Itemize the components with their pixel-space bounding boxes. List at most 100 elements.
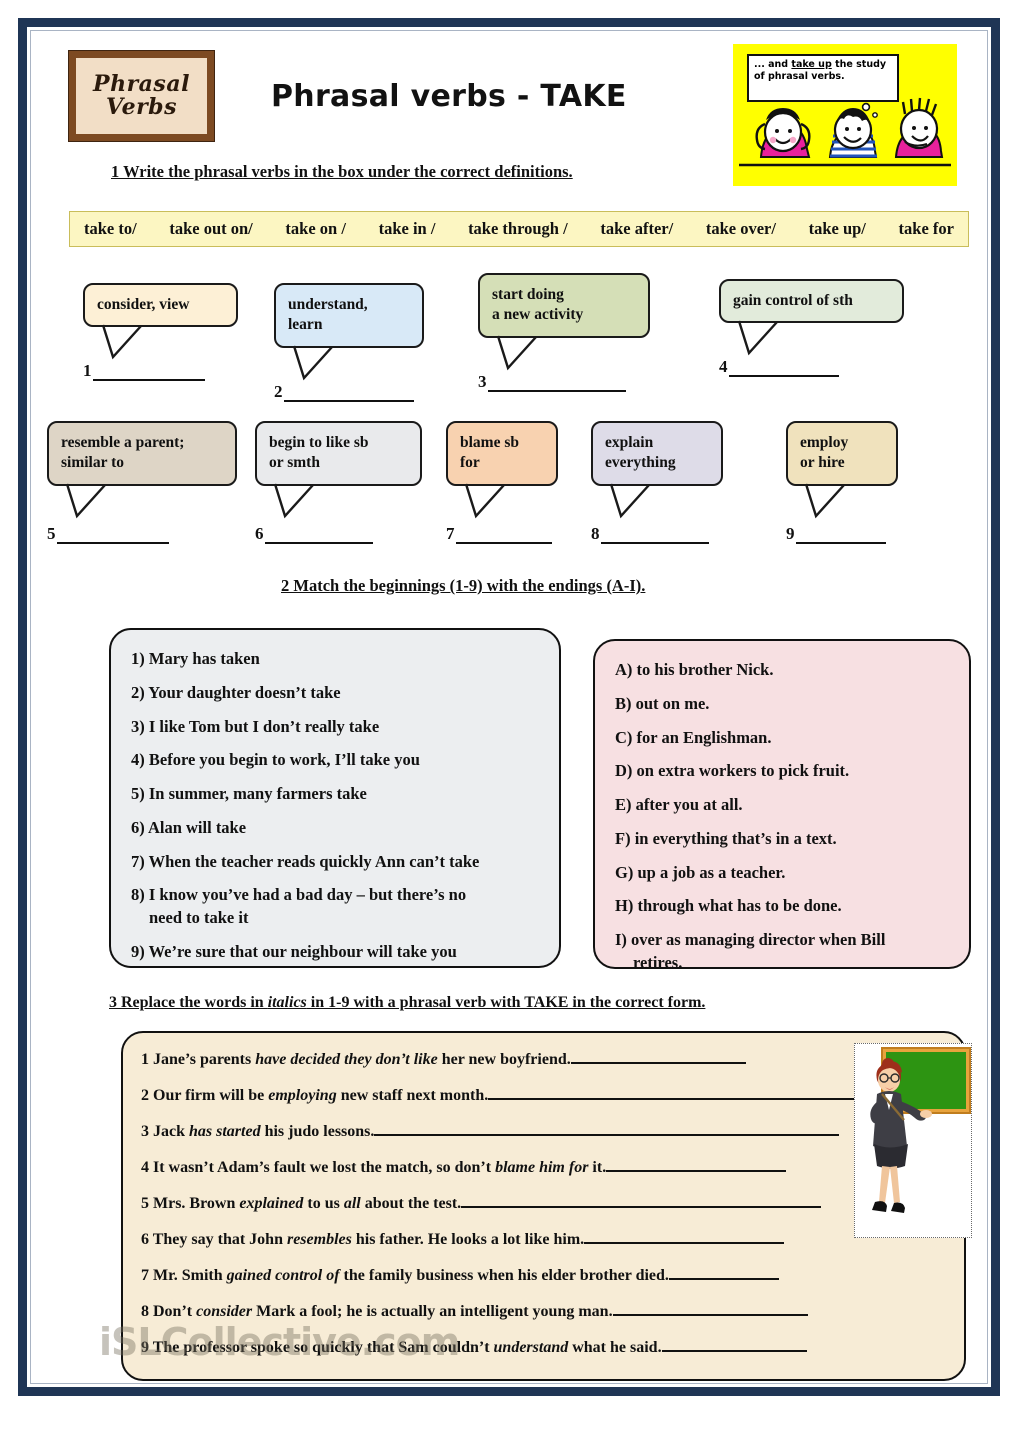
ex3-text-pre: Don’t <box>153 1303 197 1320</box>
beginning-item-7[interactable]: 7) When the teacher reads quickly Ann ca… <box>131 851 539 874</box>
answer-blank-6[interactable]: 6 <box>255 524 422 544</box>
ex3-text-pre: Jack <box>153 1123 189 1140</box>
ex3-text-pre: Mrs. Brown <box>153 1195 240 1212</box>
answer-rule-3[interactable] <box>487 389 626 392</box>
verb-bank-item-8: take up/ <box>808 219 866 238</box>
definition-bubble-5: resemble a parent; similar to 5 <box>47 421 237 544</box>
ending-text: up a job as a teacher. <box>637 862 786 882</box>
ending-text: in everything that’s in a text. <box>634 828 837 848</box>
verb-bank-item-7: take over/ <box>705 219 776 238</box>
ex3-italic-phrase: consider <box>196 1303 253 1320</box>
ex3-italic-phrase: explained <box>239 1195 304 1212</box>
verb-bank-item-6: take after/ <box>600 219 674 238</box>
ex3-sentence-9: 9 The professor spoke so quickly that Sa… <box>141 1339 950 1357</box>
ending-item-5[interactable]: E) after you at all. <box>615 794 949 817</box>
cartoon-illustration: ... and take up the study of phrasal ver… <box>733 44 957 186</box>
ex3-italic-phrase: resembles <box>286 1231 352 1248</box>
beginning-item-4[interactable]: 4) Before you begin to work, I’ll take y… <box>131 749 539 772</box>
definition-text: begin to like sb <box>269 434 369 451</box>
ending-label: G) <box>615 862 638 882</box>
ex3-answer-blank-3[interactable] <box>374 1123 840 1136</box>
answer-blank-2[interactable]: 2 <box>274 382 424 402</box>
ex3-answer-blank-6[interactable] <box>584 1231 785 1244</box>
answer-rule-1[interactable] <box>92 379 205 382</box>
beginning-item-5[interactable]: 5) In summer, many farmers take <box>131 783 539 806</box>
ex3-italic-phrase: has started <box>189 1123 261 1140</box>
worksheet-page-frame: Phrasal Verbs Phrasal verbs - TAKE ... a… <box>18 18 1000 1396</box>
ending-item-3[interactable]: C) for an Englishman. <box>615 727 949 750</box>
exercise-1-instruction: 1 Write the phrasal verbs in the box und… <box>111 162 573 181</box>
answer-blank-9[interactable]: 9 <box>786 524 898 544</box>
answer-blank-7[interactable]: 7 <box>446 524 558 544</box>
definition-bubble-7: blame sb for 7 <box>446 421 558 544</box>
answer-blank-8[interactable]: 8 <box>591 524 723 544</box>
match-beginnings-panel: 1) Mary has taken 2) Your daughter doesn’… <box>109 628 561 968</box>
ex3-sentence-8: 8 Don’t consider Mark a fool; he is actu… <box>141 1303 950 1321</box>
definition-bubble-body-8: explain everything <box>591 421 723 519</box>
ex3-instruction-pre: 3 Replace the words in <box>109 994 268 1011</box>
ex3-answer-blank-4[interactable] <box>606 1159 787 1172</box>
ending-item-4[interactable]: D) on extra workers to pick fruit. <box>615 760 949 783</box>
ex3-answer-blank-2[interactable] <box>488 1087 859 1100</box>
ending-text: over as managing director when Bill <box>631 930 886 950</box>
ending-item-7[interactable]: G) up a job as a teacher. <box>615 862 949 885</box>
ex3-italic-phrase: employing <box>268 1087 337 1104</box>
answer-rule-7[interactable] <box>455 541 552 544</box>
ex3-answer-blank-8[interactable] <box>612 1303 808 1316</box>
beginning-item-1[interactable]: 1) Mary has taken <box>131 648 539 671</box>
ex3-answer-blank-7[interactable] <box>668 1267 779 1280</box>
answer-blank-4[interactable]: 4 <box>719 357 904 378</box>
answer-rule-2[interactable] <box>283 399 414 402</box>
ending-text: for an Englishman. <box>636 727 772 747</box>
answer-rule-6[interactable] <box>264 541 373 544</box>
definition-bubble-6: begin to like sb or smth 6 <box>255 421 422 544</box>
ex3-sentence-number: 6 <box>141 1231 153 1248</box>
beginning-item-3[interactable]: 3) I like Tom but I don’t really take <box>131 716 539 739</box>
ex3-text-pre: They say that John <box>152 1231 287 1248</box>
ex3-sentence-3: 3 Jack has started his judo lessons. <box>141 1123 950 1141</box>
answer-rule-5[interactable] <box>56 541 169 544</box>
bubble-tail-icon <box>464 483 505 519</box>
beginning-item-6[interactable]: 6) Alan will take <box>131 817 539 840</box>
ending-item-6[interactable]: F) in everything that’s in a text. <box>615 828 949 851</box>
definition-text: or smth <box>269 454 320 472</box>
answer-number-4: 4 <box>719 357 728 377</box>
answer-rule-4[interactable] <box>728 375 839 378</box>
ex3-text-pre: The professor spoke so quickly that Sam … <box>152 1339 494 1356</box>
ending-item-9[interactable]: I) over as managing director when Bill re… <box>615 929 949 975</box>
ending-item-2[interactable]: B) out on me. <box>615 693 949 716</box>
ex3-sentence-number: 7 <box>141 1267 153 1284</box>
teacher-clipart <box>854 1043 972 1238</box>
answer-number-8: 8 <box>591 523 600 543</box>
ending-text: on extra workers to pick fruit. <box>636 761 850 781</box>
ex3-instruction-italic: italics <box>267 994 307 1011</box>
verb-bank-item-9: take for <box>898 219 954 238</box>
answer-rule-8[interactable] <box>600 541 709 544</box>
ex3-answer-blank-9[interactable] <box>661 1339 807 1352</box>
definition-bubble-body-1: consider, view <box>83 283 238 360</box>
beginning-item-2[interactable]: 2) Your daughter doesn’t take <box>131 682 539 705</box>
answer-blank-3[interactable]: 3 <box>478 372 650 392</box>
ex3-sentence-number: 3 <box>141 1123 153 1140</box>
ex3-sentence-number: 5 <box>141 1195 153 1212</box>
answer-blank-5[interactable]: 5 <box>47 524 237 544</box>
answer-rule-9[interactable] <box>795 541 886 544</box>
ending-item-1[interactable]: A) to his brother Nick. <box>615 659 949 682</box>
beginning-label: 2) <box>131 682 149 702</box>
beginning-item-9[interactable]: 9) We’re sure that our neighbour will ta… <box>131 941 539 964</box>
definition-text: for <box>460 454 480 472</box>
answer-number-6: 6 <box>255 523 264 543</box>
beginning-item-8[interactable]: 8) I know you’ve had a bad day – but the… <box>131 884 539 930</box>
ex3-answer-blank-1[interactable] <box>570 1051 746 1064</box>
definition-bubble-body-4: gain control of sth <box>719 279 904 356</box>
ending-label: I) <box>615 930 632 950</box>
beginning-text: I know you’ve had a bad day – but there’… <box>148 885 467 905</box>
beginning-label: 9) <box>131 941 149 961</box>
ex3-italic-phrase-2: all <box>343 1195 361 1212</box>
definition-text: everything <box>605 454 676 472</box>
exercise-3-instruction: 3 Replace the words in italics in 1-9 wi… <box>109 994 705 1012</box>
ending-item-8[interactable]: H) through what has to be done. <box>615 895 949 918</box>
ex3-answer-blank-5[interactable] <box>461 1195 822 1208</box>
definition-bubble-body-6: begin to like sb or smth <box>255 421 422 519</box>
answer-blank-1[interactable]: 1 <box>83 361 238 382</box>
